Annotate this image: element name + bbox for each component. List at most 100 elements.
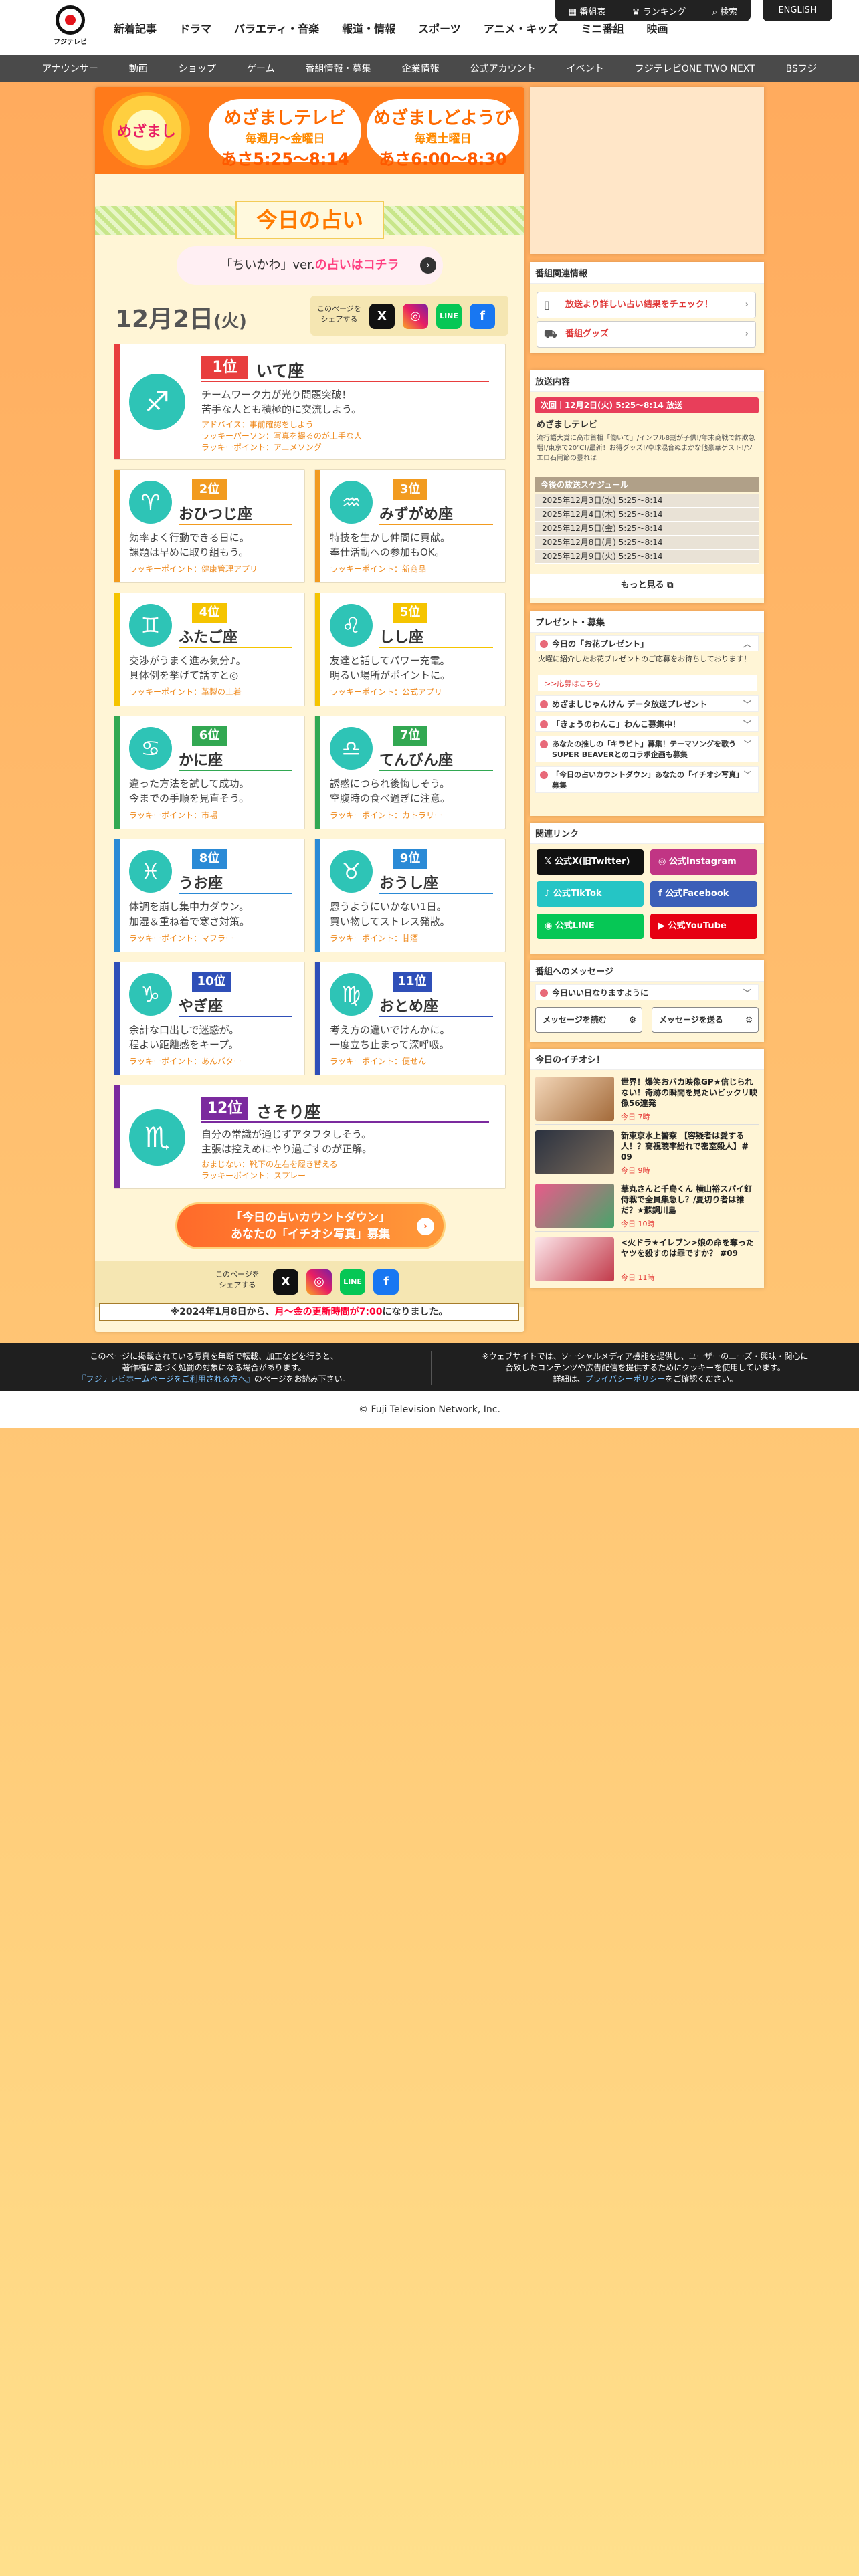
facebook-share-icon[interactable]: f [373, 1269, 399, 1295]
scorpio-icon: ♏ [129, 1109, 185, 1166]
news-item[interactable]: 新東京水上警察 【容疑者は愛する人！？高視聴率紛れで密室殺人】＃09 今日 9時 [535, 1126, 759, 1178]
countdown-photo-button[interactable]: 「今日の占いカウントダウン」 あなたの「イチオシ写真」募集 › [175, 1202, 446, 1249]
chiikawa-link[interactable]: 「ちいかわ」ver.の占いはコチラ › [177, 246, 443, 285]
instagram-share-icon[interactable]: ◎ [403, 304, 428, 329]
goods-link[interactable]: ⛟ 番組グッズ › [537, 321, 756, 348]
fortune-card-12[interactable]: ♏ 12位 さそり座 自分の常識が通じずアタフタしそう。 主張は控えめにやり過ご… [114, 1085, 506, 1189]
subnav-announcer[interactable]: アナウンサー [42, 62, 98, 75]
phone-icon: ▯ [544, 298, 550, 311]
ranking-link[interactable]: ♛ ランキング [632, 5, 686, 17]
share-box-bottom: このページを シェアする X ◎ LINE f [95, 1261, 524, 1307]
saturday-program-pill: めざましどようび 毎週土曜日 あさ6:00〜8:30 [367, 99, 519, 169]
search-link[interactable]: ⌕ 検索 [712, 5, 737, 17]
line-share-icon[interactable]: LINE [340, 1269, 365, 1295]
fortune-card-2[interactable]: ♈ 2位 おひつじ座 効率よく行動できる日に。 課題は早めに取り組もう。 ラッキ… [114, 469, 305, 583]
utility-bar: ▦ 番組表 ♛ ランキング ⌕ 検索 [555, 0, 751, 21]
schedule-title: 今後の放送スケジュール [535, 477, 759, 492]
official-tiktok-button[interactable]: ♪ 公式TikTok [537, 881, 644, 907]
x-icon: 𝕏 [545, 857, 555, 867]
news-item[interactable]: 華丸さんと千鳥くん 横山裕スパイ釘侍戦で全員集急し？/夏切り者は誰だ？★蘇鋼川島… [535, 1180, 759, 1232]
facebook-share-icon[interactable]: f [470, 304, 495, 329]
subnav-event[interactable]: イベント [567, 62, 604, 75]
aquarius-icon: ♒ [330, 481, 373, 524]
fortune-card-5[interactable]: ♌ 5位 しし座 友達と話してパワー充電。 明るい場所がポイントに。 ラッキーポ… [314, 593, 506, 706]
nav-item-mini[interactable]: ミニ番組 [581, 20, 624, 36]
present-panel: プレゼント・募集 今日の「お花プレゼント」 ︿ 火曜に紹介したお花プレゼントのご応… [530, 611, 764, 816]
fortune-date: 12月2日(火) [115, 306, 247, 333]
main-nav: 新着記事 ドラマ バラエティ・音楽 報道・情報 スポーツ アニメ・キッズ ミニ番… [114, 20, 691, 36]
fortune-card-3[interactable]: ♒ 3位 みずがめ座 特技を生かし仲間に貢献。 奉仕活動への参加もOK。 ラッキ… [314, 469, 506, 583]
line-icon: ◉ [545, 921, 555, 931]
message-toggle[interactable]: 今日いい日なりますように ﹀ [535, 984, 759, 1000]
nav-item-news[interactable]: 新着記事 [114, 20, 157, 36]
subnav-bsfuji[interactable]: BSフジ [786, 62, 817, 75]
section-title: 番組関連情報 [530, 262, 764, 284]
english-button[interactable]: ENGLISH [763, 0, 832, 21]
present-item[interactable]: あなたの推しの「キラビト」募集！テーマソングを歌うSUPER BEAVERとのコ… [535, 736, 759, 762]
section-title: 今日のイチオシ！ [530, 1049, 764, 1070]
nav-item-report[interactable]: 報道・情報 [342, 20, 395, 36]
official-instagram-button[interactable]: ◎ 公式Instagram [650, 849, 757, 875]
x-share-icon[interactable]: X [273, 1269, 298, 1295]
detail-fortune-link[interactable]: ▯ 放送より詳しい占い結果をチェック！ › [537, 292, 756, 318]
present-item-open[interactable]: 今日の「お花プレゼント」 ︿ [535, 635, 759, 651]
x-share-icon[interactable]: X [369, 304, 395, 329]
schedule-link[interactable]: ▦ 番組表 [569, 5, 605, 17]
news-item[interactable]: 世界！爆笑おバカ映像GP★信じられない！奇跡の瞬間を見たいビックリ映像56連発 … [535, 1073, 759, 1125]
fortune-card-4[interactable]: ♊ 4位 ふたご座 交渉がうまく進み気分♪。 具体例を挙げて話すと◎ ラッキーポ… [114, 593, 305, 706]
crown-icon: ♛ [632, 7, 643, 17]
virgo-icon: ♍ [330, 973, 373, 1016]
official-youtube-button[interactable]: ▶ 公式YouTube [650, 914, 757, 939]
nav-item-anime[interactable]: アニメ・キッズ [484, 20, 559, 36]
official-x-button[interactable]: 𝕏 公式X(旧Twitter) [537, 849, 644, 875]
chevron-right-icon: › [745, 300, 749, 310]
read-message-button[interactable]: メッセージを読む ⚙ [535, 1007, 642, 1033]
subnav-video[interactable]: 動画 [129, 62, 148, 75]
section-title: 放送内容 [530, 370, 764, 392]
fortune-card-11[interactable]: ♍ 11位 おとめ座 考え方の違いでけんかに。 一度立ち止まって深呼吸。 ラッキ… [314, 962, 506, 1075]
fortune-card-6[interactable]: ♋ 6位 かに座 違った方法を試して成功。 今までの手順を見直そう。 ラッキーポ… [114, 716, 305, 829]
news-item[interactable]: <火ドラ★イレブン>娘の命を奪ったヤツを殺すのは罪ですか？ #09 今日 11時 [535, 1233, 759, 1285]
apply-link[interactable]: >>応募はこちら [538, 675, 757, 691]
fortune-card-7[interactable]: ♎ 7位 てんびん座 誘惑につられ後悔しそう。 空腹時の食べ過ぎに注意。 ラッキ… [314, 716, 506, 829]
schedule-row: 2025年12月3日(水) 5:25〜8:14 [535, 494, 759, 508]
present-item[interactable]: めざましじゃんけん データ放送プレゼント ﹀ [535, 695, 759, 712]
subnav-shop[interactable]: ショップ [179, 62, 216, 75]
nav-item-drama[interactable]: ドラマ [179, 20, 211, 36]
fuji-tv-logo[interactable]: フジテレビ [48, 5, 92, 49]
message-panel: 番組へのメッセージ 今日いい日なりますように ﹀ メッセージを読む ⚙ メッセージを… [530, 960, 764, 1042]
chevron-down-icon: ﹀ [743, 720, 751, 729]
subnav-program-info[interactable]: 番組情報・募集 [306, 62, 371, 75]
facebook-icon: f [658, 889, 666, 899]
fortune-card-9[interactable]: ♉ 9位 おうし座 恩うようにいかない1日。 買い物してストレス発散。 ラッキー… [314, 839, 506, 952]
tiktok-icon: ♪ [545, 889, 553, 899]
chevron-right-icon: › [420, 257, 436, 274]
nav-item-sports[interactable]: スポーツ [418, 20, 461, 36]
mezamashi-banner[interactable]: めざまし めざましテレビ 毎週月～金曜日 あさ5:25〜8:14 めざましどよう… [95, 87, 524, 174]
fortune-card-1[interactable]: ♐ 1位 いて座 チームワーク力が光り問題突破！ 苦手な人とも積極的に交流しよう… [114, 344, 506, 460]
privacy-policy-link[interactable]: プライバシーポリシー [585, 1374, 666, 1384]
capricorn-icon: ♑ [129, 973, 172, 1016]
mezamashi-logo: めざまし [103, 92, 190, 169]
nav-item-variety[interactable]: バラエティ・音楽 [234, 20, 319, 36]
line-share-icon[interactable]: LINE [436, 304, 462, 329]
site-usage-link[interactable]: 『フジテレビホームページをご利用される方へ』 [78, 1374, 254, 1384]
gear-icon: ⚙ [745, 1015, 753, 1025]
fortune-card-10[interactable]: ♑ 10位 やぎ座 余計な口出しで迷惑が。 程よい距離感をキープ。 ラッキーポイ… [114, 962, 305, 1075]
fortune-card-8[interactable]: ♓ 8位 うお座 体調を崩し集中力ダウン。 加湿＆重ね着で寒さ対策。 ラッキーポ… [114, 839, 305, 952]
subnav-corporate[interactable]: 企業情報 [402, 62, 440, 75]
send-message-button[interactable]: メッセージを送る ⚙ [652, 1007, 759, 1033]
subnav-onetwonext[interactable]: フジテレビONE TWO NEXT [635, 62, 755, 75]
present-item[interactable]: 「きょうのわんこ」わんこ募集中！ ﹀ [535, 716, 759, 732]
instagram-share-icon[interactable]: ◎ [306, 1269, 332, 1295]
official-line-button[interactable]: ◉ 公式LINE [537, 914, 644, 939]
chevron-right-icon: › [417, 1218, 434, 1235]
more-link[interactable]: もっと見る ⧉ [530, 574, 764, 598]
news-thumbnail [535, 1130, 614, 1174]
nav-item-movie[interactable]: 映画 [646, 20, 668, 36]
present-item[interactable]: 「今日の占いカウントダウン」あなたの「イチオシ写真」募集 ﹀ [535, 766, 759, 793]
ad-slot[interactable] [530, 87, 764, 254]
official-facebook-button[interactable]: f 公式Facebook [650, 881, 757, 907]
subnav-official-accounts[interactable]: 公式アカウント [470, 62, 536, 75]
subnav-game[interactable]: ゲーム [247, 62, 275, 75]
